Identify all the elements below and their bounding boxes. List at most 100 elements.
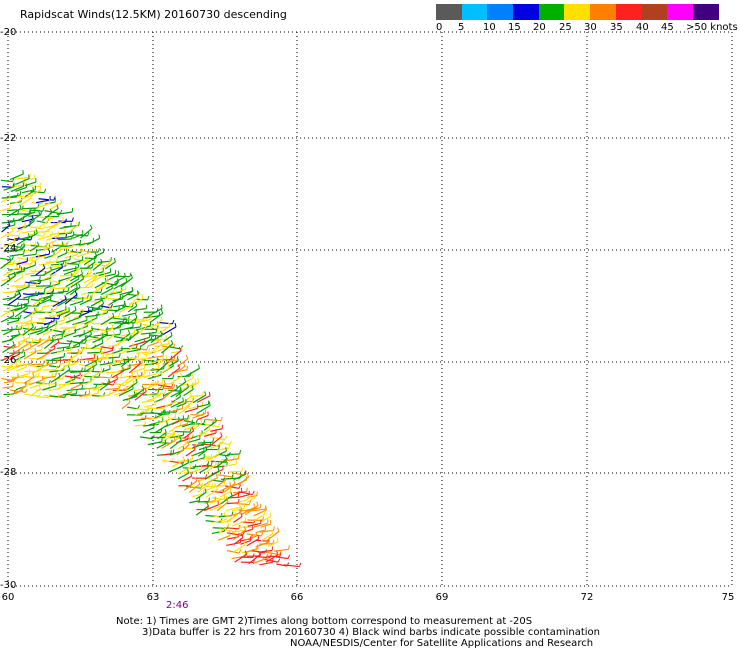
wind-barb-tick [136,371,139,376]
wind-barb [49,365,60,368]
lon-label: 63 [146,592,160,603]
wind-barb-tick [200,419,203,424]
wind-barb-tick [151,408,153,414]
wind-barb [177,375,191,378]
wind-barb-tick [103,271,106,276]
wind-barb [217,447,230,451]
wind-barb-tick [118,385,120,390]
wind-barb [114,276,126,284]
wind-barb-tick [20,243,23,248]
wind-barb-tick [65,248,68,253]
wind-barb-tick [298,562,302,567]
wind-barb-tick [43,188,47,193]
wind-barb [85,275,101,277]
wind-barb-tick [62,216,64,222]
wind-barb-tick [201,391,204,396]
wind-barb [3,329,13,336]
wind-barb-tick [246,472,250,477]
wind-barb [105,297,120,300]
lon-label: 72 [580,592,594,603]
wind-barb-tick [167,364,170,369]
wind-barb-tick [8,306,11,311]
wind-barb [24,272,35,275]
wind-barb-tick [276,527,280,532]
wind-barb-tick [180,372,183,377]
wind-barb-tick [183,378,187,383]
wind-barb-tick [23,281,26,286]
wind-barb-tick [172,449,175,454]
wind-barb [225,527,239,530]
wind-barb-tick [112,330,115,335]
wind-barb-tick [42,225,46,230]
wind-barb [104,273,116,277]
wind-barb-tick [12,341,15,346]
wind-barb-tick [39,185,42,190]
wind-barb-tick [137,353,140,358]
wind-barb-tick [89,224,93,229]
wind-barb-tick [127,329,131,334]
lon-label: 60 [1,592,15,603]
wind-barb-tick [223,511,226,516]
wind-barb-tick [64,228,66,233]
wind-barb-tick [68,342,71,347]
wind-barb-tick [66,241,69,246]
wind-barb-tick [192,373,194,378]
wind-barb-tick [204,488,207,493]
wind-barb-tick [224,435,228,440]
wind-barb-tick [256,501,259,506]
wind-barb-tick [188,416,191,421]
wind-barb-tick [137,404,140,410]
wind-barb [127,406,138,410]
wind-barb-tick [75,389,78,394]
wind-barb-tick [40,210,42,216]
wind-barb-tick [241,467,244,472]
wind-barb-tick [130,274,133,279]
wind-barb-tick [74,306,77,311]
wind-barb-tick [18,330,21,335]
wind-barb-tick [42,360,45,365]
wind-barb [127,356,139,360]
wind-barb-tick [172,319,175,324]
wind-barb [28,286,43,289]
wind-barb [57,238,72,241]
wind-barb [163,334,173,343]
wind-barb-tick [220,416,223,421]
wind-barb [57,252,68,258]
wind-barb-tick [203,419,206,424]
wind-barb [51,356,65,360]
wind-barb [50,220,64,228]
wind-barb-tick [108,378,111,383]
wind-barb-tick [28,333,31,338]
wind-barb [113,382,126,387]
wind-barb-tick [240,487,243,492]
wind-barb [113,335,130,340]
wind-barb-tick [220,432,223,437]
wind-barb-tick [93,354,96,359]
note-line: NOAA/NESDIS/Center for Satellite Applica… [290,638,594,649]
wind-barb-tick [80,270,83,275]
wind-barb [140,412,152,415]
wind-barb [8,219,24,222]
wind-barb-tick [113,257,116,263]
wind-barb-tick [123,317,125,322]
wind-barb [133,308,147,311]
wind-barb-tick [182,397,184,402]
wind-barb [220,520,232,524]
wind-barb-tick [18,232,21,237]
wind-barb-tick [252,490,255,495]
wind-barb-tick [174,322,177,328]
wind-barb-tick [125,317,128,322]
wind-map-plot [0,31,733,587]
wind-barb [275,556,289,560]
wind-barb-tick [54,333,57,338]
wind-barb [259,561,273,566]
wind-barb [9,253,24,257]
wind-barb-tick [120,373,123,378]
wind-barb-tick [177,433,180,438]
wind-barb-tick [204,391,207,396]
lat-label: -20 [0,27,17,38]
wind-barb [223,463,237,467]
wind-barb-tick [55,319,58,324]
wind-barb-tick [239,450,242,455]
wind-barb-tick [271,546,274,551]
